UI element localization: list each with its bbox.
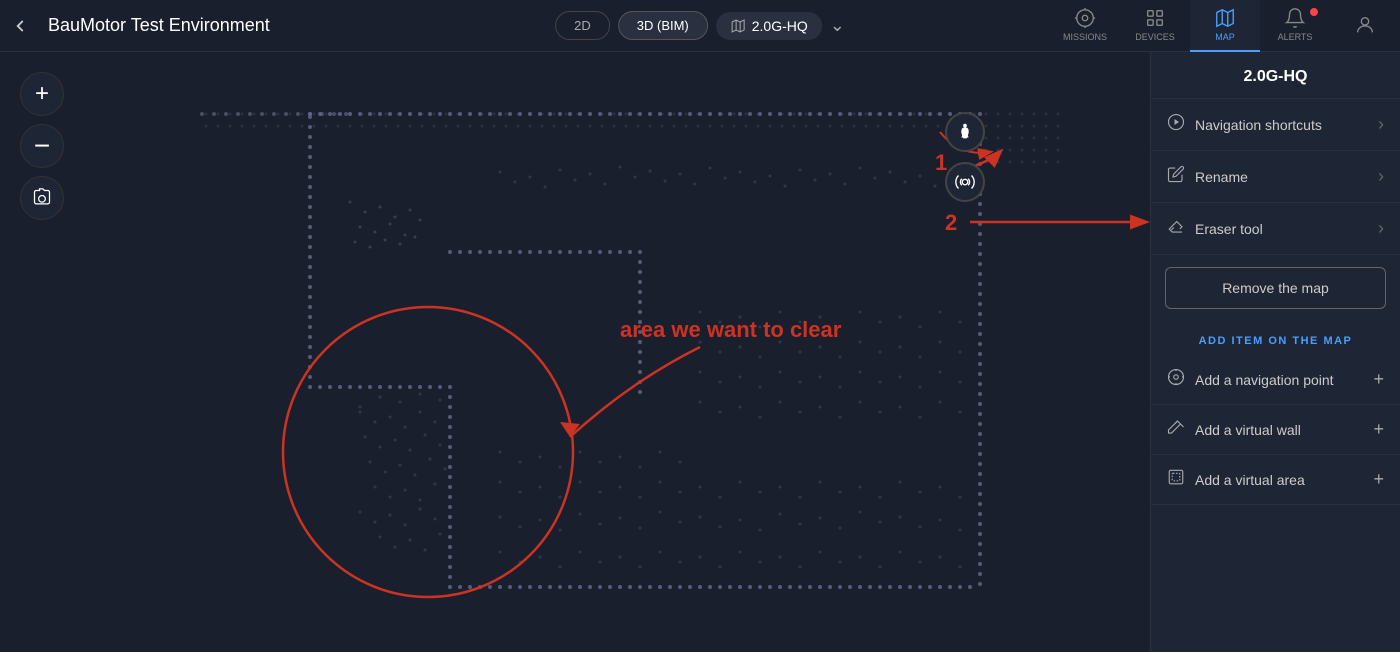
robot-utility-icon[interactable]	[945, 162, 985, 202]
sidebar-item-eraser-tool[interactable]: Eraser tool	[1151, 203, 1400, 255]
sidebar-title: 2.0G-HQ	[1151, 52, 1400, 99]
page-title: BauMotor Test Environment	[40, 15, 1050, 36]
add-virtual-wall-label: Add a virtual wall	[1195, 422, 1301, 438]
add-virtual-area-label: Add a virtual area	[1195, 472, 1305, 488]
map-area[interactable]: + − Generate dot grid	[0, 52, 1150, 652]
add-virtual-wall-row[interactable]: Add a virtual wall +	[1151, 405, 1400, 455]
view-2d-button[interactable]: 2D	[555, 11, 610, 40]
view-3d-button[interactable]: 3D (BIM)	[618, 11, 708, 40]
rename-label: Rename	[1195, 169, 1248, 185]
expand-icon[interactable]: ⌄	[830, 15, 845, 36]
alert-dot	[1310, 8, 1318, 16]
rename-icon	[1167, 165, 1185, 188]
map-controls: + −	[20, 72, 64, 220]
sidebar-item-rename[interactable]: Rename	[1151, 151, 1400, 203]
nav-alerts[interactable]: ALERTS	[1260, 0, 1330, 52]
add-nav-point-plus: +	[1373, 369, 1384, 390]
zoom-out-button[interactable]: −	[20, 124, 64, 168]
eraser-chevron	[1378, 218, 1384, 239]
sidebar: 2.0G-HQ Navigation shortcuts Rename	[1150, 52, 1400, 652]
nav-point-icon	[1167, 368, 1185, 391]
add-virtual-area-row[interactable]: Add a virtual area +	[1151, 455, 1400, 505]
robot-nav-icon[interactable]	[945, 112, 985, 152]
nav-icons: MISSIONS DEVICES MAP	[1050, 0, 1400, 52]
virtual-area-icon	[1167, 468, 1185, 491]
nav-shortcuts-label: Navigation shortcuts	[1195, 117, 1322, 133]
view-selector: 2D 3D (BIM) 2.0G-HQ ⌄	[555, 11, 845, 40]
back-button[interactable]	[0, 0, 40, 52]
add-virtual-wall-plus: +	[1373, 419, 1384, 440]
nav-shortcuts-chevron	[1378, 114, 1384, 135]
nav-shortcuts-icon	[1167, 113, 1185, 136]
sidebar-item-navigation-shortcuts[interactable]: Navigation shortcuts	[1151, 99, 1400, 151]
add-nav-point-row[interactable]: Add a navigation point +	[1151, 355, 1400, 405]
eraser-icon	[1167, 217, 1185, 240]
add-nav-point-label: Add a navigation point	[1195, 372, 1334, 388]
map-selector[interactable]: 2.0G-HQ	[716, 12, 822, 40]
add-virtual-area-plus: +	[1373, 469, 1384, 490]
camera-button[interactable]	[20, 176, 64, 220]
remove-map-button[interactable]: Remove the map	[1165, 267, 1386, 309]
rename-chevron	[1378, 166, 1384, 187]
eraser-label: Eraser tool	[1195, 221, 1263, 237]
nav-missions[interactable]: MISSIONS	[1050, 0, 1120, 52]
nav-devices[interactable]: DEVICES	[1120, 0, 1190, 52]
svg-text:1: 1	[935, 150, 947, 175]
map-name-label: 2.0G-HQ	[752, 18, 808, 34]
add-section-title: ADD ITEM ON THE MAP	[1151, 321, 1400, 355]
nav-profile[interactable]	[1330, 0, 1400, 52]
virtual-wall-icon	[1167, 418, 1185, 441]
header: BauMotor Test Environment 2D 3D (BIM) 2.…	[0, 0, 1400, 52]
nav-map[interactable]: MAP	[1190, 0, 1260, 52]
zoom-in-button[interactable]: +	[20, 72, 64, 116]
